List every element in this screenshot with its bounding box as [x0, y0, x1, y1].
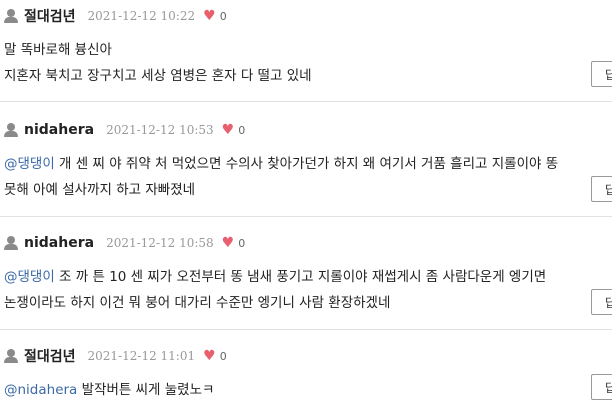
heart-icon[interactable]: ♥	[203, 9, 216, 23]
comment-text: 말 똑바로해 븅신아	[4, 42, 112, 58]
comment-header: 절대검년 2021-12-12 10:22 ♥ 0	[4, 6, 227, 26]
mention-link[interactable]: @댕댕이	[4, 156, 55, 172]
heart-icon[interactable]: ♥	[222, 236, 235, 250]
user-icon	[4, 8, 18, 24]
comment-date: 2021-12-12 11:01	[87, 349, 196, 363]
comment-text-line: @댕댕이 조 까 튼 10 센 찌가 오전부터 똥 냄새 풍기고 지롤이야 재썹…	[4, 265, 546, 285]
comment-text: 발작버튼 씨게 눌렸노ㅋ	[77, 382, 215, 398]
comment-date: 2021-12-12 10:22	[87, 9, 196, 23]
comment-date: 2021-12-12 10:58	[106, 236, 214, 250]
comment-header: nidahera 2021-12-12 10:53 ♥ 0	[4, 120, 245, 140]
comment-text-line: 말 똑바로해 븅신아	[4, 38, 112, 58]
reply-button[interactable]: 답	[591, 289, 612, 315]
comment-text-line: 못해 아예 설사까지 하고 자빠졌네	[4, 178, 195, 198]
user-icon	[4, 348, 18, 364]
comment-date: 2021-12-12 10:53	[106, 123, 214, 137]
comment-text: 조 까 튼 10 센 찌가 오전부터 똥 냄새 풍기고 지롤이야 재썹게시 좀 …	[54, 269, 547, 285]
comment-text: 지혼자 북치고 장구치고 세상 염병은 혼자 다 떨고 있네	[4, 68, 312, 84]
comment-author[interactable]: nidahera	[24, 235, 94, 251]
comment-text-line: 지혼자 북치고 장구치고 세상 염병은 혼자 다 떨고 있네	[4, 64, 312, 84]
mention-link[interactable]: @댕댕이	[4, 269, 55, 285]
comment-author[interactable]: nidahera	[24, 122, 94, 138]
like-count: 0	[219, 349, 227, 363]
like-count: 0	[238, 123, 246, 137]
heart-icon[interactable]: ♥	[203, 349, 216, 363]
user-icon	[4, 122, 18, 138]
comment-text: 못해 아예 설사까지 하고 자빠졌네	[4, 182, 196, 198]
comment-divider	[0, 101, 612, 102]
comment-header: nidahera 2021-12-12 10:58 ♥ 0	[4, 233, 245, 253]
mention-link[interactable]: @nidahera	[4, 382, 77, 398]
comment-text-line: 논쟁이라도 하지 이건 뭐 붕어 대가리 수준만 엥기니 사람 환장하겠네	[4, 291, 390, 311]
comment-author[interactable]: 절대검년	[24, 346, 76, 366]
heart-icon[interactable]: ♥	[222, 123, 235, 137]
like-count: 0	[219, 9, 227, 23]
reply-button[interactable]: 답	[591, 61, 612, 87]
reply-button[interactable]: 답	[591, 176, 612, 202]
comment-text: 개 센 찌 야 쥐약 처 먹었으면 수의사 찾아가던가 하지 왜 여기서 거품 …	[54, 156, 559, 172]
reply-button[interactable]: 답	[591, 374, 612, 400]
comment-header: 절대검년 2021-12-12 11:01 ♥ 0	[4, 346, 227, 366]
like-count: 0	[238, 236, 246, 250]
comment-divider	[0, 329, 612, 330]
comment-divider	[0, 216, 612, 217]
user-icon	[4, 235, 18, 251]
comment-text-line: @nidahera 발작버튼 씨게 눌렸노ㅋ	[4, 378, 214, 398]
comment-text-line: @댕댕이 개 센 찌 야 쥐약 처 먹었으면 수의사 찾아가던가 하지 왜 여기…	[4, 152, 558, 172]
comment-text: 논쟁이라도 하지 이건 뭐 붕어 대가리 수준만 엥기니 사람 환장하겠네	[4, 295, 391, 311]
comment-author[interactable]: 절대검년	[24, 6, 76, 26]
